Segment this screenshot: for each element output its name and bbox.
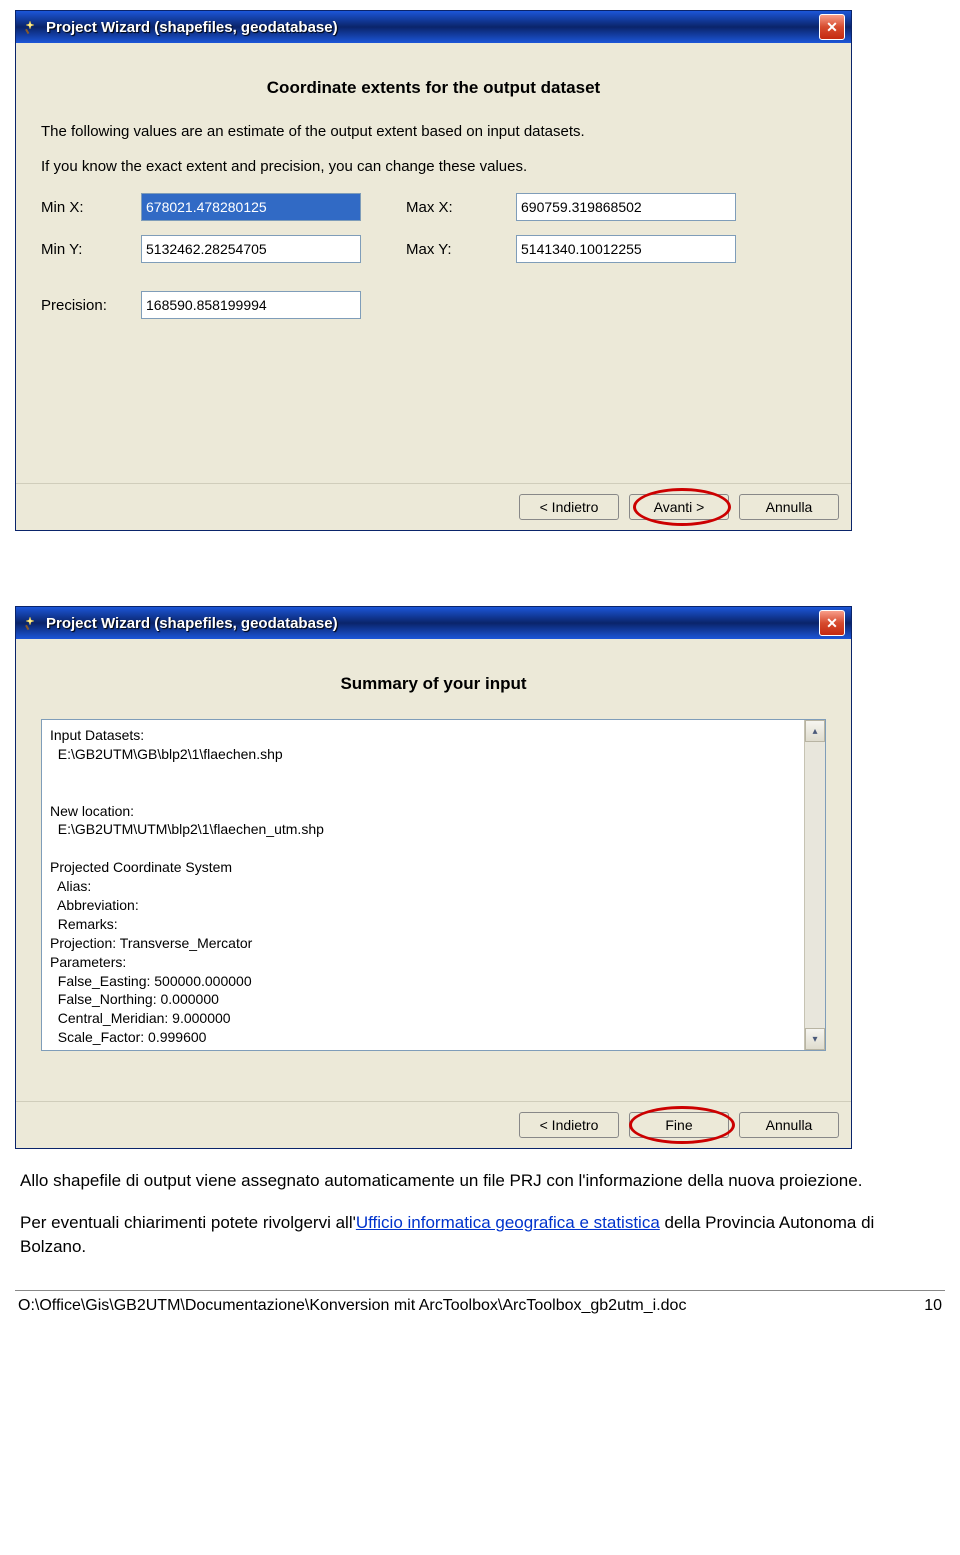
footer: O:\Office\Gis\GB2UTM\Documentazione\Konv…	[18, 1297, 942, 1315]
titlebar[interactable]: Project Wizard (shapefiles, geodatabase)…	[16, 11, 851, 43]
summary-content: Input Datasets: E:\GB2UTM\GB\blp2\1\flae…	[42, 720, 804, 1050]
scroll-track[interactable]	[805, 742, 825, 1028]
maxy-label: Max Y:	[406, 241, 516, 258]
heading: Summary of your input	[41, 674, 826, 694]
wand-icon	[22, 18, 40, 36]
next-button[interactable]: Avanti >	[629, 494, 729, 520]
row-precision: Precision:	[41, 291, 826, 319]
window-title: Project Wizard (shapefiles, geodatabase)	[46, 19, 819, 36]
finish-button-wrapper: Fine	[629, 1112, 729, 1138]
maxy-input[interactable]	[516, 235, 736, 263]
row-minx-maxx: Min X: Max X:	[41, 193, 826, 221]
close-button[interactable]: ✕	[819, 610, 845, 636]
back-button[interactable]: < Indietro	[519, 494, 619, 520]
wand-icon	[22, 614, 40, 632]
scrollbar[interactable]: ▴ ▾	[804, 720, 825, 1050]
close-icon: ✕	[826, 615, 838, 632]
wizard-dialog-summary: Project Wizard (shapefiles, geodatabase)…	[15, 606, 852, 1149]
next-button-wrapper: Avanti >	[629, 494, 729, 520]
footer-divider	[15, 1290, 945, 1291]
minx-label: Min X:	[41, 199, 141, 216]
miny-label: Min Y:	[41, 241, 141, 258]
finish-button[interactable]: Fine	[629, 1112, 729, 1138]
document-text: Allo shapefile di output viene assegnato…	[20, 1169, 940, 1260]
scroll-up-icon[interactable]: ▴	[805, 720, 825, 742]
dialog-body: Summary of your input Input Datasets: E:…	[16, 639, 851, 1101]
minx-input[interactable]	[141, 193, 361, 221]
description-1: The following values are an estimate of …	[41, 123, 826, 140]
miny-input[interactable]	[141, 235, 361, 263]
scroll-down-icon[interactable]: ▾	[805, 1028, 825, 1050]
row-miny-maxy: Min Y: Max Y:	[41, 235, 826, 263]
maxx-label: Max X:	[406, 199, 516, 216]
description-2: If you know the exact extent and precisi…	[41, 158, 826, 175]
window-title: Project Wizard (shapefiles, geodatabase)	[46, 615, 819, 632]
text-before-link: Per eventuali chiarimenti potete rivolge…	[20, 1213, 356, 1232]
close-icon: ✕	[826, 19, 838, 36]
precision-input[interactable]	[141, 291, 361, 319]
titlebar[interactable]: Project Wizard (shapefiles, geodatabase)…	[16, 607, 851, 639]
footer-path: O:\Office\Gis\GB2UTM\Documentazione\Konv…	[18, 1297, 686, 1315]
dialog-body: Coordinate extents for the output datase…	[16, 43, 851, 483]
back-button[interactable]: < Indietro	[519, 1112, 619, 1138]
button-row: < Indietro Avanti > Annulla	[16, 483, 851, 530]
paragraph-2: Per eventuali chiarimenti potete rivolge…	[20, 1211, 940, 1260]
close-button[interactable]: ✕	[819, 14, 845, 40]
paragraph-1: Allo shapefile di output viene assegnato…	[20, 1169, 940, 1194]
wizard-dialog-coordinate-extents: Project Wizard (shapefiles, geodatabase)…	[15, 10, 852, 531]
office-link[interactable]: Ufficio informatica geografica e statist…	[356, 1213, 660, 1232]
cancel-button[interactable]: Annulla	[739, 494, 839, 520]
precision-label: Precision:	[41, 297, 141, 314]
cancel-button[interactable]: Annulla	[739, 1112, 839, 1138]
button-row: < Indietro Fine Annulla	[16, 1101, 851, 1148]
summary-textarea[interactable]: Input Datasets: E:\GB2UTM\GB\blp2\1\flae…	[41, 719, 826, 1051]
page-number: 10	[924, 1297, 942, 1315]
heading: Coordinate extents for the output datase…	[41, 78, 826, 98]
maxx-input[interactable]	[516, 193, 736, 221]
